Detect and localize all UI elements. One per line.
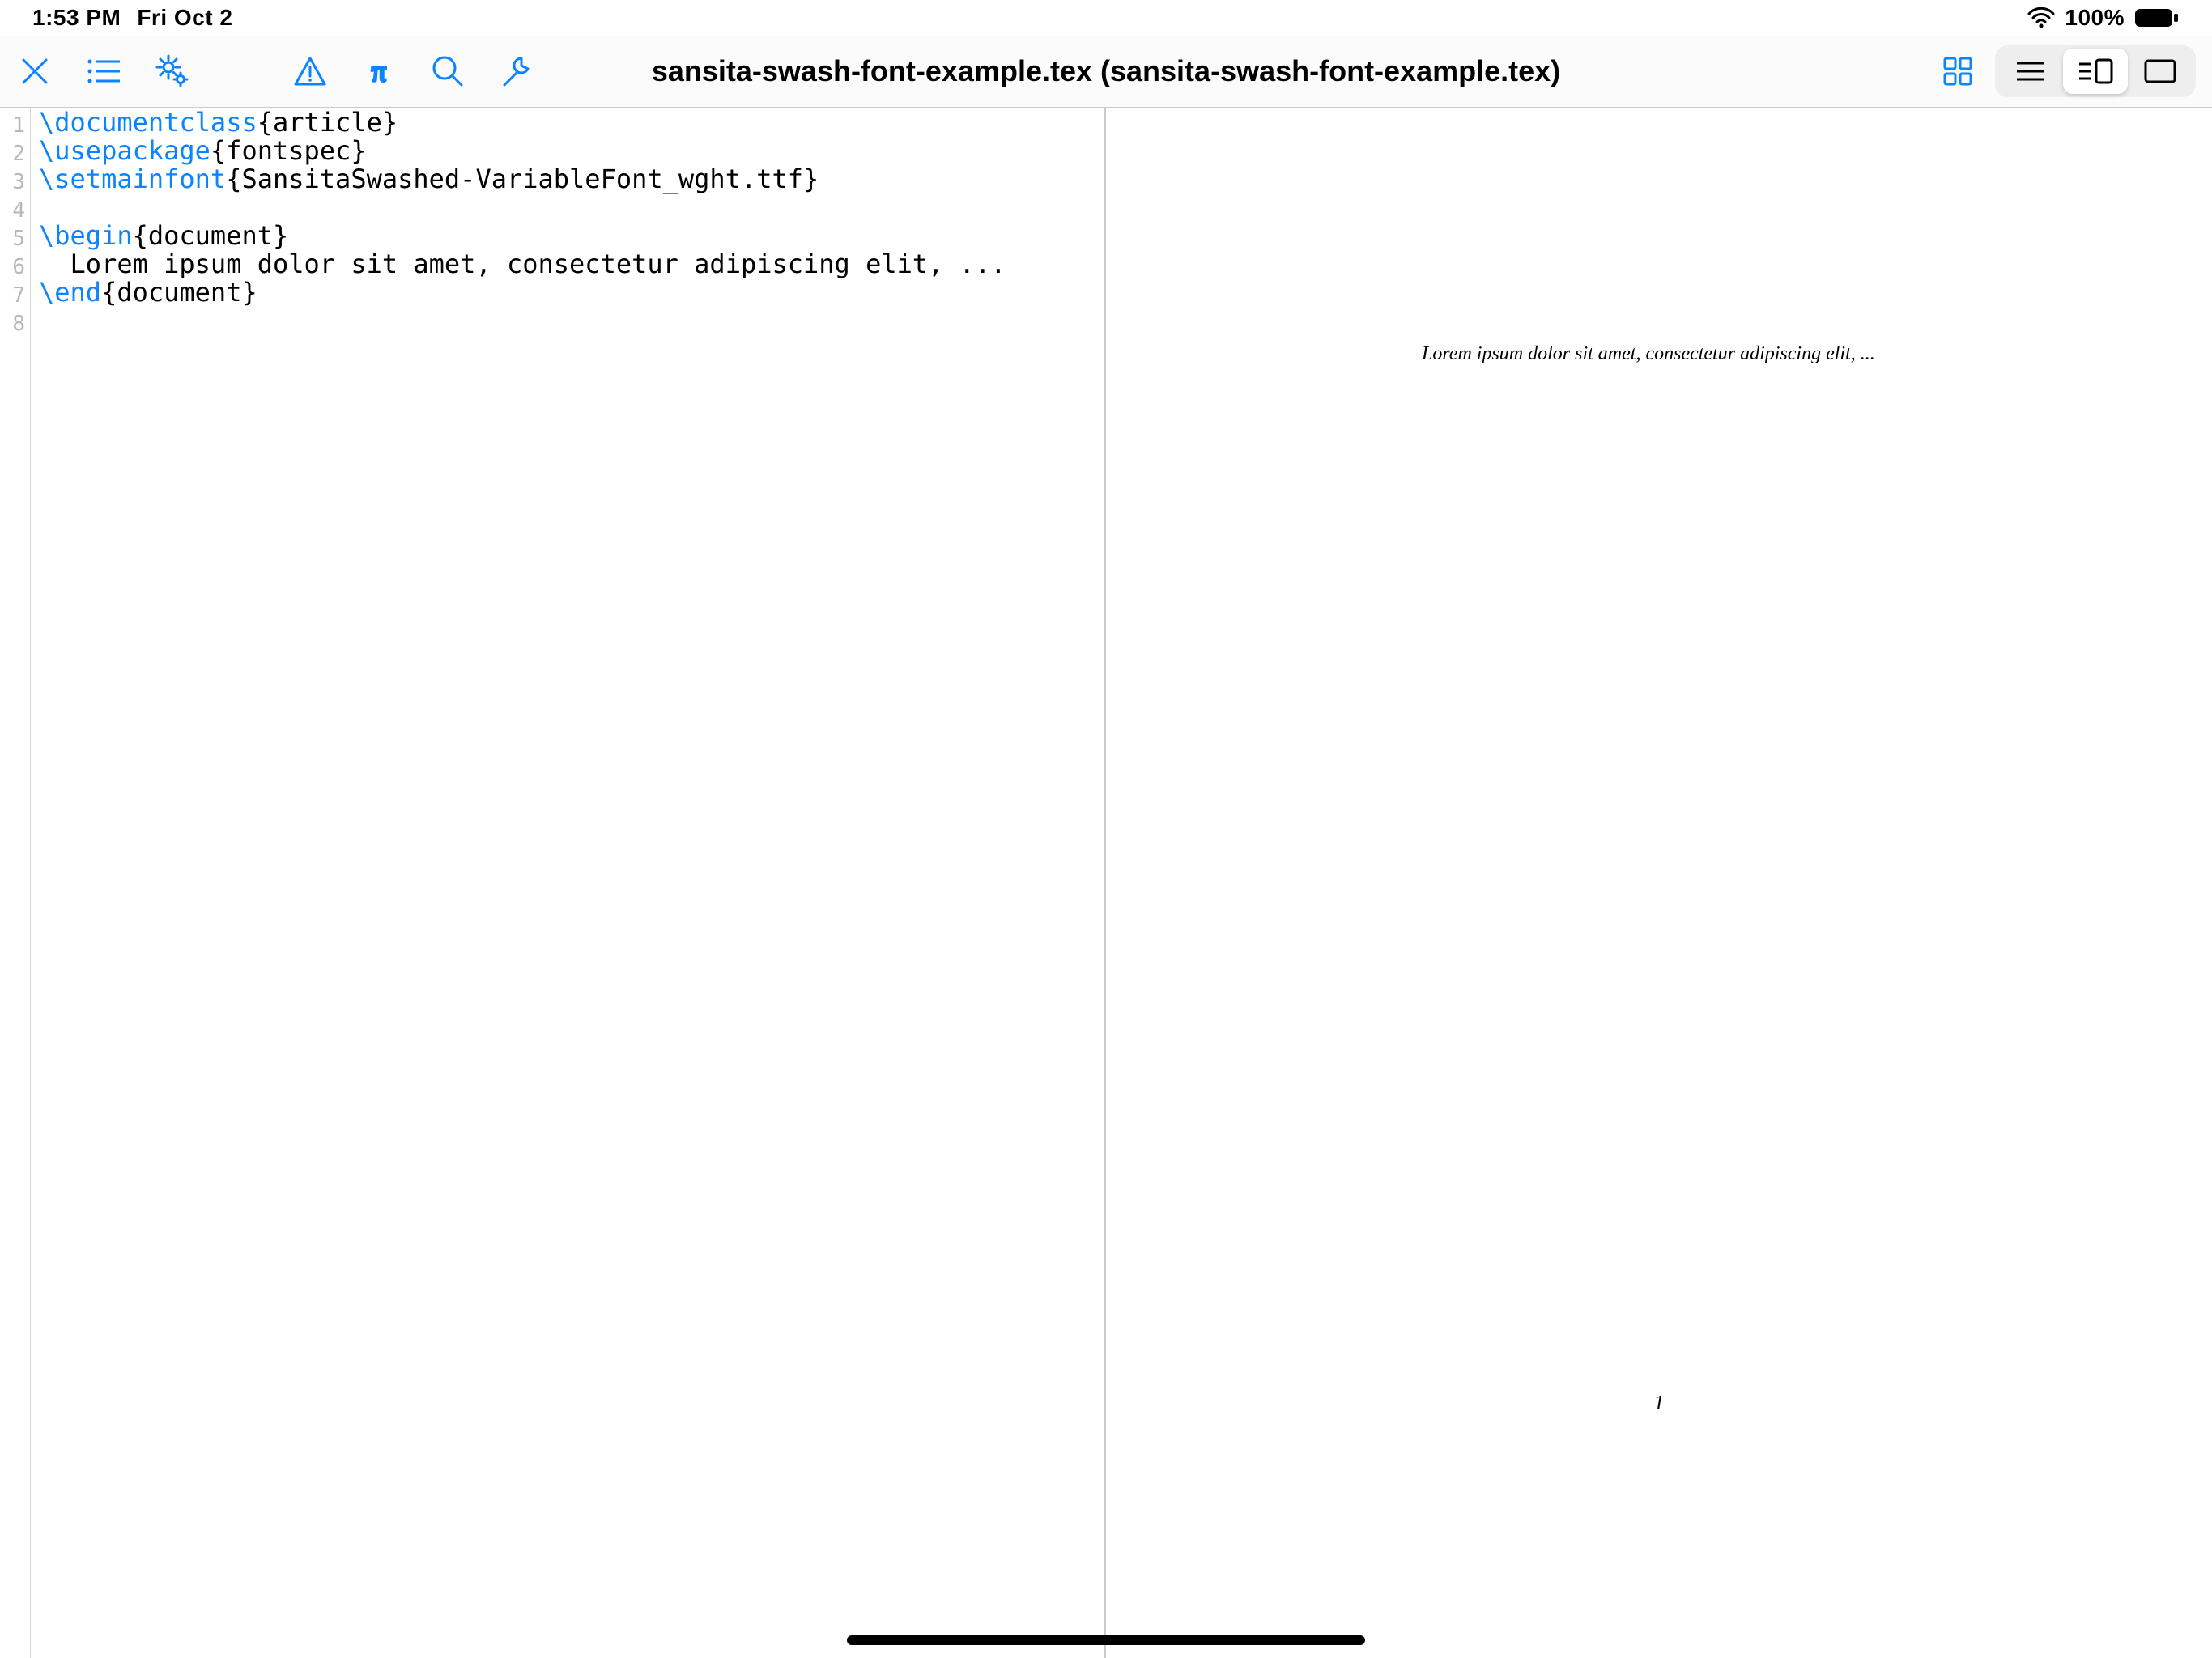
- app-toolbar: π sansita-swash-font-example.tex (sansit…: [0, 36, 2212, 108]
- line-number: 4: [0, 197, 25, 225]
- line-number: 2: [0, 140, 25, 168]
- battery-icon: [2134, 7, 2180, 28]
- symbols-button[interactable]: π: [344, 35, 413, 108]
- warnings-button[interactable]: [275, 35, 344, 108]
- line-number: 7: [0, 282, 25, 310]
- line-number: 6: [0, 253, 25, 282]
- status-date: Fri Oct 2: [137, 5, 232, 31]
- code-line[interactable]: [39, 193, 1006, 222]
- layout-preview-only[interactable]: [2128, 49, 2193, 94]
- layout-split[interactable]: [2063, 49, 2128, 94]
- layout-editor-only[interactable]: [1998, 49, 2063, 94]
- code-line[interactable]: \usepackage{fontspec}: [39, 137, 1006, 165]
- outline-button[interactable]: [69, 35, 138, 108]
- wifi-icon: [2027, 7, 2055, 28]
- settings-button[interactable]: [138, 35, 206, 108]
- tools-button[interactable]: [482, 35, 551, 108]
- pdf-preview[interactable]: Lorem ipsum dolor sit amet, consectetur …: [1106, 108, 2212, 1658]
- source-editor[interactable]: 12345678 \documentclass{article}\usepack…: [0, 108, 1106, 1658]
- code-area[interactable]: \documentclass{article}\usepackage{fonts…: [31, 108, 1014, 1658]
- code-line[interactable]: \begin{document}: [39, 222, 1006, 250]
- code-line[interactable]: Lorem ipsum dolor sit amet, consectetur …: [39, 250, 1006, 278]
- pdf-page: Lorem ipsum dolor sit amet, consectetur …: [1106, 108, 2212, 1658]
- line-gutter: 12345678: [0, 108, 31, 1658]
- home-indicator: [847, 1635, 1365, 1645]
- line-number: 8: [0, 310, 25, 338]
- line-number: 1: [0, 112, 25, 140]
- preview-page-number: 1: [1106, 1391, 2212, 1415]
- svg-text:π: π: [371, 57, 385, 86]
- close-button[interactable]: [0, 35, 69, 108]
- code-line[interactable]: \setmainfont{SansitaSwashed-VariableFont…: [39, 165, 1006, 193]
- preview-body-text: Lorem ipsum dolor sit amet, consectetur …: [1187, 343, 2115, 365]
- code-line[interactable]: \end{document}: [39, 278, 1006, 307]
- line-number: 3: [0, 168, 25, 197]
- code-line[interactable]: [39, 307, 1006, 335]
- search-button[interactable]: [413, 35, 482, 108]
- main-split: 12345678 \documentclass{article}\usepack…: [0, 108, 2212, 1658]
- code-line[interactable]: \documentclass{article}: [39, 108, 1006, 137]
- line-number: 5: [0, 225, 25, 253]
- status-battery-pct: 100%: [2065, 5, 2125, 31]
- thumbnails-button[interactable]: [1932, 35, 1984, 108]
- ipad-status-bar: 1:53 PM Fri Oct 2 100%: [0, 0, 2212, 36]
- status-time: 1:53 PM: [32, 5, 121, 31]
- layout-mode-segmented: [1995, 45, 2196, 97]
